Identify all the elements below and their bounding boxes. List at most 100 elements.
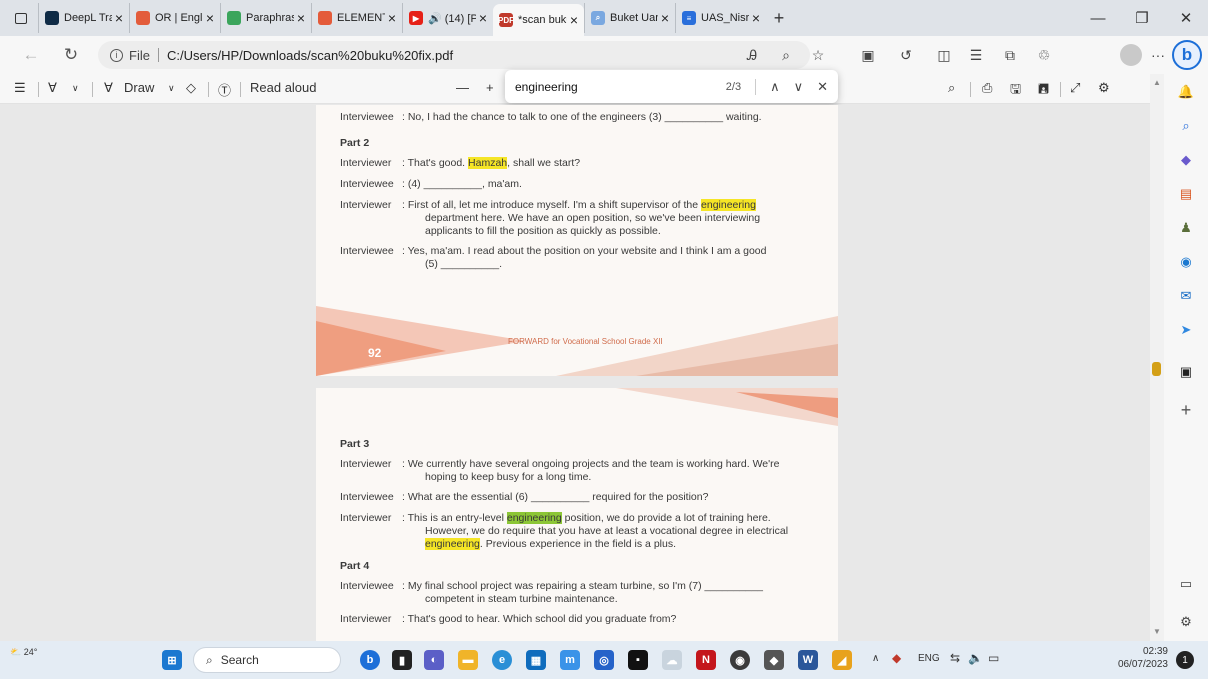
close-tab-icon[interactable]: × <box>752 10 760 26</box>
outlook-icon[interactable]: ✉ <box>1176 286 1196 306</box>
scrollbar[interactable]: ▲ ▼ <box>1150 74 1164 641</box>
store-icon[interactable]: ▦ <box>526 650 546 670</box>
info-icon[interactable]: i <box>110 48 123 62</box>
find-next-icon[interactable]: ∨ <box>794 79 804 95</box>
tab-scan-buku[interactable]: PDF*scan buku fix× <box>493 4 584 36</box>
tab-deepl[interactable]: DeepL Transla× <box>38 3 129 33</box>
save-icon[interactable]: 🖫 <box>1010 80 1021 102</box>
read-aloud-icon[interactable]: Ꭿ <box>742 45 762 65</box>
tab-paraphrasing[interactable]: Paraphrasing× <box>220 3 311 33</box>
clock[interactable]: 02:39 06/07/2023 <box>1110 645 1168 671</box>
audio-icon[interactable]: 🔊 <box>428 13 442 25</box>
text-icon[interactable]: Ⓣ <box>218 80 231 99</box>
scroll-thumb[interactable] <box>1152 362 1161 376</box>
word-icon[interactable]: W <box>798 650 818 670</box>
file-explorer-icon[interactable]: ▬ <box>458 650 478 670</box>
send-icon[interactable]: ➤ <box>1176 320 1196 340</box>
refresh-extension-icon[interactable]: ↺ <box>896 45 916 65</box>
edge-icon[interactable]: e <box>492 650 512 670</box>
favorites-icon[interactable]: ☰ <box>966 45 986 65</box>
chrome-icon[interactable]: ◎ <box>594 650 614 670</box>
whatsapp-icon[interactable]: ◉ <box>730 650 750 670</box>
volume-icon[interactable]: 🔈 <box>968 651 983 665</box>
close-tab-icon[interactable]: × <box>206 10 214 26</box>
chat-icon[interactable]: ◐ <box>424 650 444 670</box>
fullscreen-icon[interactable]: ⤢ <box>1070 80 1080 96</box>
refresh-icon[interactable]: ↻ <box>56 45 86 65</box>
bing-icon[interactable]: b <box>360 650 380 670</box>
close-tab-icon[interactable]: × <box>479 10 487 26</box>
task-view-icon[interactable]: ▮ <box>392 650 412 670</box>
find-close-icon[interactable]: ✕ <box>817 79 828 95</box>
mahjong-icon[interactable]: m <box>560 650 580 670</box>
weather-app-icon[interactable]: ☁ <box>662 650 682 670</box>
notification-badge[interactable]: 1 <box>1176 651 1194 669</box>
extension-icon[interactable]: ▣ <box>858 45 878 65</box>
back-icon[interactable]: ← <box>16 45 46 65</box>
tab-or-english[interactable]: OR | English n× <box>129 3 220 33</box>
language-indicator[interactable]: ENG <box>918 653 940 664</box>
search-sidebar-icon[interactable]: ⌕ <box>1176 116 1196 136</box>
sidebar-settings-icon[interactable]: ⚙ <box>1176 612 1196 632</box>
battery-icon[interactable]: ▭ <box>988 651 999 665</box>
highlight-icon[interactable]: ∀ <box>48 80 57 96</box>
close-tab-icon[interactable]: × <box>661 10 669 26</box>
chevron-down-icon[interactable]: ∨ <box>168 83 175 94</box>
find-input[interactable]: engineering <box>515 80 726 94</box>
bing-copilot-icon[interactable]: b <box>1172 40 1202 70</box>
close-window-icon[interactable]: ✕ <box>1164 0 1208 36</box>
tools-icon[interactable]: ▤ <box>1176 184 1196 204</box>
favorite-star-icon[interactable]: ☆ <box>808 45 828 65</box>
tray-chevron-icon[interactable]: ∧ <box>872 653 879 664</box>
office-icon[interactable]: ◉ <box>1176 252 1196 272</box>
network-icon[interactable]: ⇆ <box>950 651 960 665</box>
bell-icon[interactable]: 🔔 <box>1176 82 1196 102</box>
close-tab-icon[interactable]: × <box>570 12 578 28</box>
draw-button[interactable]: Draw <box>124 80 154 95</box>
chevron-down-icon[interactable]: ∨ <box>72 83 79 94</box>
zoom-out-icon[interactable]: — <box>456 80 469 95</box>
performance-icon[interactable]: ♲ <box>1034 45 1054 65</box>
collections-icon[interactable]: ⧉ <box>1000 45 1020 65</box>
tray-app-icon[interactable]: ◆ <box>892 651 901 665</box>
media-icon[interactable]: ▣ <box>1176 362 1196 382</box>
contents-icon[interactable]: ☰ <box>14 80 26 96</box>
scroll-up-icon[interactable]: ▲ <box>1153 78 1161 87</box>
profile-avatar[interactable] <box>1120 44 1142 66</box>
game-icon[interactable]: ◆ <box>764 650 784 670</box>
paint-icon[interactable]: ◢ <box>832 650 852 670</box>
taskbar-search[interactable]: ⌕ Search <box>193 647 341 673</box>
url-field[interactable]: i File C:/Users/HP/Downloads/scan%20buku… <box>98 41 810 69</box>
weather-widget[interactable]: ⛅ 24° <box>10 647 37 658</box>
scroll-down-icon[interactable]: ▼ <box>1153 627 1161 636</box>
read-aloud-button[interactable]: Read aloud <box>250 80 317 95</box>
tab-youtube[interactable]: ▶🔊 (14) [Play× <box>402 3 493 33</box>
add-icon[interactable]: + <box>1176 400 1196 420</box>
sticky-notes-icon[interactable]: ▪ <box>628 650 648 670</box>
start-icon[interactable]: ⊞ <box>162 650 182 670</box>
zoom-icon[interactable]: ⌕ <box>776 45 796 65</box>
settings-icon[interactable]: ⚙ <box>1098 80 1110 96</box>
close-tab-icon[interactable]: × <box>115 10 123 26</box>
netflix-icon[interactable]: N <box>696 650 716 670</box>
tab-element[interactable]: ELEMENT Syn× <box>311 3 402 33</box>
close-tab-icon[interactable]: × <box>388 10 396 26</box>
eraser-icon[interactable]: ◇ <box>186 80 196 96</box>
new-tab-button[interactable]: + <box>766 8 792 29</box>
draw-icon[interactable]: ∀ <box>104 80 113 96</box>
tab-uas[interactable]: ≡UAS_Nisrina A× <box>675 3 766 33</box>
tab-buket-uang[interactable]: ⌕Buket Uang 1× <box>584 3 675 33</box>
minimize-icon[interactable]: — <box>1076 0 1120 36</box>
restore-icon[interactable]: ❐ <box>1120 0 1164 36</box>
zoom-in-icon[interactable]: + <box>486 80 494 95</box>
shopping-icon[interactable]: ◆ <box>1176 150 1196 170</box>
games-icon[interactable]: ♟ <box>1176 218 1196 238</box>
find-prev-icon[interactable]: ∧ <box>770 79 780 95</box>
split-screen-icon[interactable]: ◫ <box>934 45 954 65</box>
sidebar-toggle-icon[interactable]: ▭ <box>1176 574 1196 594</box>
print-icon[interactable]: ⎙ <box>982 80 992 96</box>
save-as-icon[interactable]: 🖪 <box>1038 80 1049 102</box>
more-icon[interactable]: ··· <box>1148 45 1168 65</box>
close-tab-icon[interactable]: × <box>297 10 305 26</box>
search-icon[interactable]: ⌕ <box>948 80 955 96</box>
